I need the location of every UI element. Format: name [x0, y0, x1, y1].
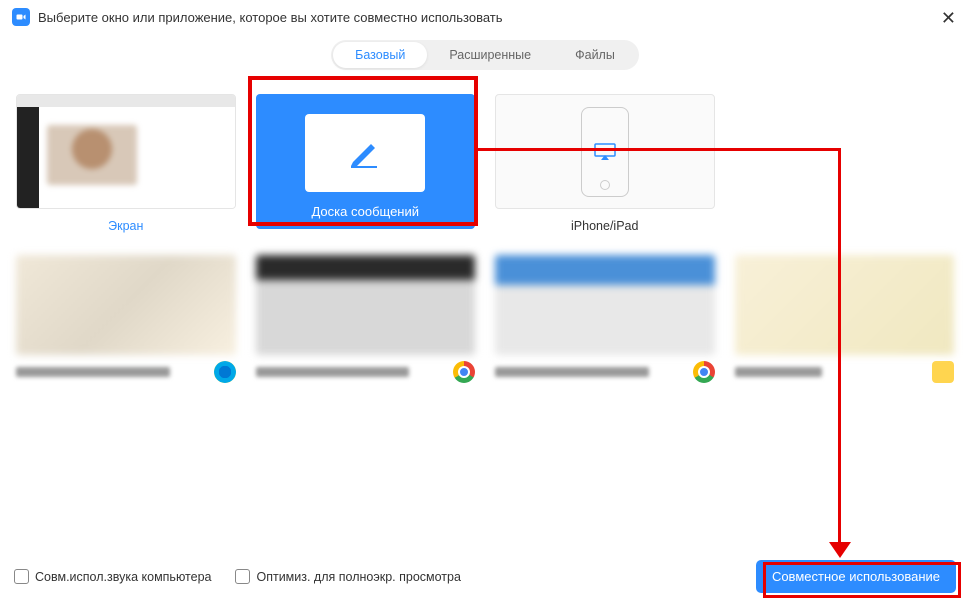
share-button[interactable]: Совместное использование	[756, 560, 956, 593]
checkbox-icon	[14, 569, 29, 584]
pencil-icon	[347, 138, 383, 168]
dialog-title: Выберите окно или приложение, которое вы…	[38, 10, 503, 25]
tab-basic[interactable]: Базовый	[333, 42, 427, 68]
close-button[interactable]: ✕	[941, 8, 956, 29]
app-thumb-3	[495, 255, 715, 355]
edge-icon	[214, 361, 236, 383]
optimize-video-label: Оптимиз. для полноэкр. просмотра	[256, 570, 460, 584]
application-windows-row	[0, 233, 970, 379]
checkbox-icon	[235, 569, 250, 584]
app-label-3	[495, 367, 649, 377]
chrome-icon	[453, 361, 475, 383]
option-screen-label: Экран	[108, 219, 143, 233]
tab-group: Базовый Расширенные Файлы	[331, 40, 639, 70]
zoom-app-icon	[12, 8, 30, 26]
tab-bar: Базовый Расширенные Файлы	[0, 40, 970, 70]
iphone-thumbnail	[495, 94, 715, 209]
app-label-2	[256, 367, 410, 377]
option-screen[interactable]: Экран	[16, 94, 236, 233]
option-iphone-label: iPhone/iPad	[571, 219, 638, 233]
app-window-1[interactable]	[16, 255, 236, 379]
app-thumb-2	[256, 255, 476, 355]
dialog-header: Выберите окно или приложение, которое вы…	[0, 0, 970, 34]
chrome-icon-2	[693, 361, 715, 383]
app-window-3[interactable]	[495, 255, 715, 379]
tab-files[interactable]: Файлы	[553, 42, 637, 68]
grid-spacer	[735, 94, 955, 233]
screen-thumbnail	[16, 94, 236, 209]
optimize-video-checkbox[interactable]: Оптимиз. для полноэкр. просмотра	[235, 569, 460, 584]
app-label-4	[735, 367, 823, 377]
app-thumb-1	[16, 255, 236, 355]
share-audio-checkbox[interactable]: Совм.испол.звука компьютера	[14, 569, 211, 584]
folder-icon	[932, 361, 954, 383]
option-whiteboard[interactable]: Доска сообщений	[256, 94, 476, 233]
share-audio-label: Совм.испол.звука компьютера	[35, 570, 211, 584]
footer-bar: Совм.испол.звука компьютера Оптимиз. для…	[0, 550, 970, 607]
airplay-icon	[594, 143, 616, 161]
app-window-2[interactable]	[256, 255, 476, 379]
app-thumb-4	[735, 255, 955, 355]
option-iphone-ipad[interactable]: iPhone/iPad	[495, 94, 715, 233]
app-label-1	[16, 367, 170, 377]
share-options-grid: Экран Доска сообщений iPhone/iPad	[0, 70, 970, 233]
tab-advanced[interactable]: Расширенные	[427, 42, 553, 68]
option-whiteboard-label: Доска сообщений	[311, 204, 419, 219]
app-window-4[interactable]	[735, 255, 955, 379]
